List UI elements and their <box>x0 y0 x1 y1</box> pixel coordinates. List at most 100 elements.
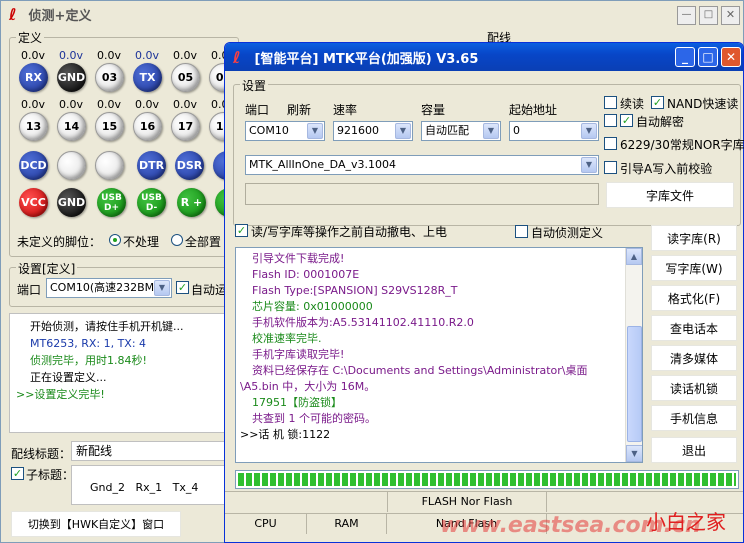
bg-log-panel: 开始侦测，请按住手机开机键... MT6253, RX: 1, TX: 4 侦测… <box>9 313 234 433</box>
wiring-title-input[interactable]: 新配线 <box>71 441 231 461</box>
status-cpu-panel: CPU <box>225 514 307 534</box>
subtitle-input[interactable]: Gnd_2 Rx_1 Tx_4 <box>71 465 231 505</box>
exit-button[interactable]: 退出 <box>651 437 737 463</box>
pin-button-gnd-2[interactable]: GND <box>57 188 86 217</box>
read-lock-button[interactable]: 读话机锁 <box>651 375 737 401</box>
fg-minimize-button[interactable]: _ <box>675 47 695 67</box>
font-file-button[interactable]: 字库文件 <box>606 182 734 208</box>
pin-voltage: 0.0v <box>21 49 46 62</box>
chevron-down-icon: ▼ <box>307 123 323 139</box>
clear-media-button[interactable]: 清多媒体 <box>651 345 737 371</box>
radio-all-set[interactable] <box>171 234 183 246</box>
bg-maximize-button[interactable]: □ <box>699 6 718 25</box>
bg-auto-run-checkbox[interactable]: ✓ <box>176 281 189 294</box>
subtitle-value: Gnd_2 Rx_1 Tx_4 <box>90 481 199 494</box>
fg-port-value: COM10 <box>249 124 289 137</box>
pin-button-05[interactable]: 05 <box>171 63 200 92</box>
baud-select[interactable]: 921600 ▼ <box>333 121 413 141</box>
nand-fast-read-checkbox[interactable]: ✓ <box>651 96 664 109</box>
radio-all-set-label: 全部置 <box>185 235 222 249</box>
start-addr-select[interactable]: 0 ▼ <box>509 121 599 141</box>
scroll-thumb[interactable] <box>627 326 642 442</box>
bg-minimize-button[interactable]: — <box>677 6 696 25</box>
verify-checkbox[interactable] <box>604 161 617 174</box>
define-group-label: 定义 <box>16 29 45 46</box>
chevron-down-icon: ▼ <box>395 123 411 139</box>
bg-title-bar: ℓ 侦测+定义 <box>1 1 743 27</box>
bg-log-line: MT6253, RX: 1, TX: 4 <box>30 337 147 350</box>
verify-label: 引导A写入前校验 <box>620 162 713 176</box>
pin-button-14[interactable]: 14 <box>57 112 86 141</box>
auto-decrypt-label: 自动解密 <box>636 115 685 129</box>
pin-button-15[interactable]: 15 <box>95 112 124 141</box>
auto-detect-checkbox[interactable] <box>515 225 528 238</box>
da-file-value: MTK_AllInOne_DA_v3.1004 <box>249 158 396 171</box>
scroll-up-icon[interactable]: ▲ <box>626 248 642 265</box>
radio-no-process[interactable] <box>109 234 121 246</box>
bg-log-line: >>设置定义完毕! <box>16 388 105 401</box>
fg-port-select[interactable]: COM10 ▼ <box>245 121 325 141</box>
read-flash-button[interactable]: 读字库(R) <box>651 225 737 251</box>
fg-log-line: 17951【防盗锁】 <box>252 396 342 409</box>
pin-button-usb-dminus[interactable]: USB D- <box>137 188 166 217</box>
status-flash: FLASH Nor Flash <box>421 495 513 508</box>
auto-decrypt-checkbox[interactable]: ✓ <box>620 114 633 127</box>
fg-log-line: 手机软件版本为:A5.53141102.41110.R2.0 <box>252 316 474 329</box>
subtitle-checkbox[interactable]: ✓ <box>11 467 24 480</box>
pin-button-dsr[interactable]: DSR <box>175 151 204 180</box>
scroll-down-icon[interactable]: ▼ <box>626 445 642 462</box>
bg-close-button[interactable]: ✕ <box>721 6 740 25</box>
auto-power-checkbox[interactable]: ✓ <box>235 224 248 237</box>
chevron-down-icon: ▼ <box>581 157 597 173</box>
pin-button-vcc[interactable]: VCC <box>19 188 48 217</box>
capacity-label: 容量 <box>421 103 446 117</box>
format-button[interactable]: 格式化(F) <box>651 285 737 311</box>
capacity-select[interactable]: 自动匹配 ▼ <box>421 121 501 141</box>
pin-button-gnd[interactable]: GND <box>57 63 86 92</box>
da-file-select[interactable]: MTK_AllInOne_DA_v3.1004 ▼ <box>245 155 599 175</box>
fg-log-line: 资料已经保存在 C:\Documents and Settings\Admini… <box>252 364 588 377</box>
continue-read-checkbox[interactable] <box>604 96 617 109</box>
fg-maximize-button[interactable]: □ <box>698 47 718 67</box>
bg-log-line: 侦测完毕，用时1.84秒! <box>30 354 147 367</box>
phone-info-button[interactable]: 手机信息 <box>651 405 737 431</box>
pin-button-usb-dplus[interactable]: USB D+ <box>97 188 126 217</box>
switch-hwk-button[interactable]: 切换到【HWK自定义】窗口 <box>11 511 181 537</box>
pin-button-17[interactable]: 17 <box>171 112 200 141</box>
pin-button-rx[interactable]: RX <box>19 63 48 92</box>
pin-button-tx[interactable]: TX <box>133 63 162 92</box>
fg-log-line: >>话 机 锁:1122 <box>240 428 331 441</box>
auto-detect-label: 自动侦测定义 <box>531 226 604 240</box>
refresh-link[interactable]: 刷新 <box>287 101 311 118</box>
chevron-down-icon: ▼ <box>154 280 170 296</box>
bg-port-value: COM10(高速232BM) <box>50 281 159 294</box>
pin-button-r-plus[interactable]: R + <box>177 188 206 217</box>
status-ram: RAM <box>334 517 359 530</box>
radio-no-process-label: 不处理 <box>123 235 160 249</box>
nor-6229-checkbox[interactable] <box>604 137 617 150</box>
bg-port-select[interactable]: COM10(高速232BM) ▼ <box>46 278 172 298</box>
pin-button-03[interactable]: 03 <box>95 63 124 92</box>
log-scrollbar[interactable]: ▲ ▼ <box>625 248 642 462</box>
pin-button-13[interactable]: 13 <box>19 112 48 141</box>
subtitle-label: 子标题： <box>26 468 75 482</box>
phonebook-button[interactable]: 查电话本 <box>651 315 737 341</box>
blank-checkbox[interactable] <box>604 114 617 127</box>
fg-log-line: Flash ID: 0001007E <box>252 268 360 281</box>
fg-close-button[interactable]: ✕ <box>721 47 741 67</box>
pin-button-dcd[interactable]: DCD <box>19 151 48 180</box>
bg-window-title: 侦测+定义 <box>28 8 92 24</box>
watermark-brand: 小白之家 <box>646 510 726 534</box>
fg-log-line: 校准速率完毕. <box>252 332 322 345</box>
progress-bar <box>235 470 739 489</box>
start-addr-label: 起始地址 <box>509 103 558 117</box>
pin-button-16[interactable]: 16 <box>133 112 162 141</box>
nor-6229-label: 6229/30常规NOR字库 <box>620 138 744 152</box>
pin-button-blank[interactable] <box>95 151 124 180</box>
app-logo-icon: ℓ <box>9 4 17 24</box>
pin-voltage: 0.0v <box>135 49 160 62</box>
file-path-field <box>245 183 599 205</box>
write-flash-button[interactable]: 写字库(W) <box>651 255 737 281</box>
pin-button-blank[interactable] <box>57 151 86 180</box>
pin-button-dtr[interactable]: DTR <box>137 151 166 180</box>
